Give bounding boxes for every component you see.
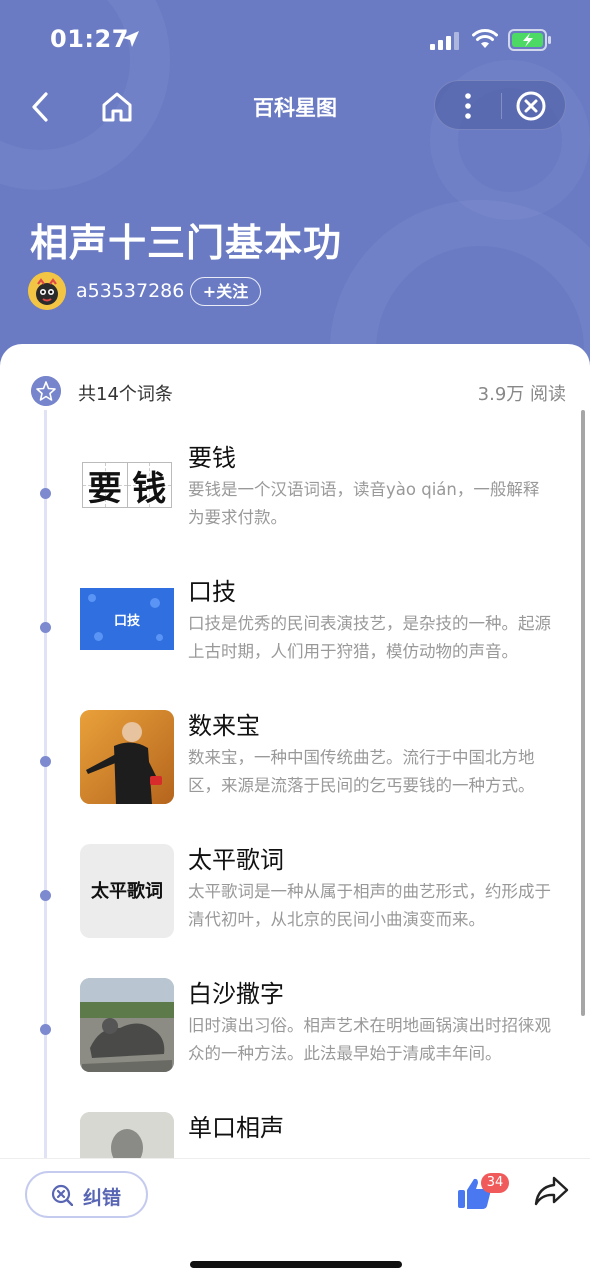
item-thumbnail — [80, 710, 174, 804]
page-title: 相声十三门基本功 — [30, 221, 343, 265]
item-thumbnail: 口技 — [80, 576, 174, 670]
avatar-mascot-icon — [28, 272, 66, 310]
bottom-action-bar: 纠错 34 — [0, 1158, 590, 1280]
entry-list-header: 共14个词条 3.9万 阅读 — [0, 374, 590, 408]
share-icon[interactable] — [533, 1175, 569, 1207]
read-count: 3.9万 阅读 — [477, 384, 566, 405]
list-item[interactable]: 数来宝 数来宝，一种中国传统曲艺。流行于中国北方地区，来源是流落于民间的乞丐要钱… — [0, 710, 590, 820]
statue-photo — [80, 978, 174, 1072]
entry-count: 共14个词条 — [78, 384, 173, 405]
star-map-icon — [31, 376, 61, 406]
thumb-text: 太平歌词 — [91, 881, 163, 902]
item-description: 口技是优秀的民间表演技艺，是杂技的一种。起源上古时期，人们用于狩猎，模仿动物的声… — [188, 614, 551, 661]
mini-program-capsule — [434, 80, 566, 130]
timeline-dot — [40, 756, 51, 767]
portrait-photo — [80, 1112, 174, 1160]
item-title: 太平歌词 — [188, 846, 284, 874]
thumb-char: 要 — [87, 468, 122, 509]
item-thumbnail: 要 钱 — [80, 442, 174, 536]
nav-bar: 百科星图 — [0, 80, 590, 136]
more-dots-icon[interactable] — [457, 91, 479, 121]
thumb-char: 钱 — [132, 468, 167, 509]
status-bar: 01:27 — [0, 0, 590, 80]
report-error-icon — [51, 1184, 73, 1206]
battery-charging-icon — [508, 29, 551, 51]
follow-button[interactable]: +关注 — [190, 277, 261, 306]
item-title: 白沙撒字 — [188, 980, 284, 1008]
timeline-dot — [40, 890, 51, 901]
scrollbar[interactable] — [581, 410, 585, 1016]
item-title: 数来宝 — [188, 712, 260, 740]
item-description: 太平歌词是一种从属于相声的曲艺形式，约形成于清代初叶，从北京的民间小曲演变而来。 — [188, 882, 551, 929]
author-name[interactable]: a53537286 — [76, 280, 184, 302]
list-item[interactable]: 太平歌词 太平歌词 太平歌词是一种从属于相声的曲艺形式，约形成于清代初叶，从北京… — [0, 844, 590, 954]
report-error-label: 纠错 — [83, 1187, 122, 1209]
timeline-dot — [40, 488, 51, 499]
status-time: 01:27 — [50, 25, 129, 53]
cellular-signal-icon — [430, 32, 459, 50]
list-item[interactable]: 口技 口技 口技是优秀的民间表演技艺，是杂技的一种。起源上古时期，人们用于狩猎，… — [0, 576, 590, 686]
entry-list-card: 共14个词条 3.9万 阅读 要 钱 要钱 要钱是一个汉语词语，读音yào qi… — [0, 344, 590, 1160]
timeline-dot — [40, 1024, 51, 1035]
item-title: 口技 — [188, 578, 236, 606]
header: 01:27 百科星图 相声十三门基本功 a53537286 +关注 — [0, 0, 590, 380]
list-item[interactable]: 单口相声 — [0, 1112, 590, 1160]
list-item[interactable]: 白沙撒字 旧时演出习俗。相声艺术在明地画锅演出时招徕观众的一种方法。此法最早始于… — [0, 978, 590, 1088]
author-row: a53537286 +关注 — [28, 272, 428, 312]
home-indicator — [190, 1261, 402, 1268]
item-thumbnail: 太平歌词 — [80, 844, 174, 938]
item-description: 要钱是一个汉语词语，读音yào qián，一般解释为要求付款。 — [188, 480, 540, 527]
close-circle-icon[interactable] — [515, 90, 547, 122]
location-arrow-icon — [123, 31, 139, 47]
like-count-badge: 34 — [481, 1173, 509, 1193]
item-description: 数来宝，一种中国传统曲艺。流行于中国北方地区，来源是流落于民间的乞丐要钱的一种方… — [188, 748, 535, 795]
performer-photo — [80, 710, 174, 804]
item-description: 旧时演出习俗。相声艺术在明地画锅演出时招徕观众的一种方法。此法最早始于清咸丰年间… — [188, 1016, 551, 1063]
item-title: 单口相声 — [188, 1114, 284, 1142]
avatar[interactable] — [28, 272, 66, 310]
thumb-text: 口技 — [113, 614, 140, 629]
item-title: 要钱 — [188, 444, 236, 472]
report-error-button[interactable]: 纠错 — [25, 1171, 148, 1218]
capsule-divider — [501, 93, 502, 119]
timeline-dot — [40, 622, 51, 633]
item-thumbnail — [80, 1112, 174, 1160]
item-thumbnail — [80, 978, 174, 1072]
wifi-icon — [472, 29, 498, 48]
list-item[interactable]: 要 钱 要钱 要钱是一个汉语词语，读音yào qián，一般解释为要求付款。 — [0, 442, 590, 552]
